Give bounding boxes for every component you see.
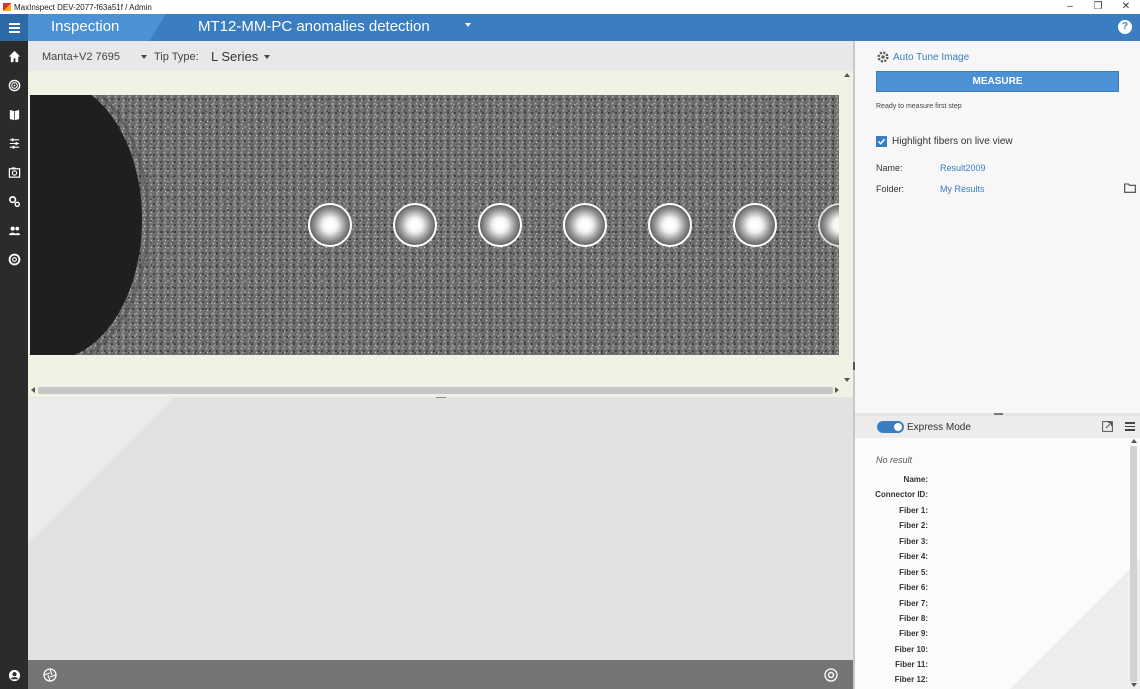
user-icon bbox=[8, 669, 20, 681]
highlight-fibers-label: Highlight fibers on live view bbox=[892, 136, 1013, 147]
checkmark-icon bbox=[877, 138, 886, 145]
settings-icon bbox=[8, 195, 20, 207]
express-mode-toggle[interactable] bbox=[877, 421, 904, 433]
measure-button[interactable]: MEASURE bbox=[876, 71, 1119, 92]
sidebar-item-library[interactable] bbox=[0, 104, 28, 124]
result-field-fiber-3: Fiber 3: bbox=[899, 537, 928, 546]
highlight-fibers-checkbox[interactable] bbox=[876, 136, 887, 147]
lifebuoy-icon bbox=[8, 253, 20, 265]
app-window: MaxInspect DEV-2077-f63a51f / Admin – ❐ … bbox=[0, 0, 1140, 689]
result-folder-label: Folder: bbox=[876, 184, 905, 194]
camera-settings-icon[interactable] bbox=[824, 668, 838, 682]
auto-tune-link[interactable]: Auto Tune Image bbox=[877, 51, 969, 63]
popout-icon[interactable] bbox=[1102, 421, 1113, 432]
result-folder-value[interactable]: My Results bbox=[940, 184, 985, 194]
measure-status-text: Ready to measure first step bbox=[876, 103, 962, 110]
results-list: No result Name: Connector ID: Fiber 1: F… bbox=[855, 438, 1140, 689]
result-field-fiber-2: Fiber 2: bbox=[899, 521, 928, 530]
sidebar-item-inspection[interactable] bbox=[0, 75, 28, 95]
result-field-fiber-5: Fiber 5: bbox=[899, 568, 928, 577]
sidebar bbox=[0, 41, 28, 689]
highlight-fibers-option[interactable]: Highlight fibers on live view bbox=[876, 136, 1013, 147]
sidebar-item-support[interactable] bbox=[0, 249, 28, 269]
device-dropdown-caret-icon[interactable] bbox=[141, 55, 147, 59]
results-canvas-area bbox=[28, 398, 853, 660]
program-dropdown-caret-icon[interactable] bbox=[465, 23, 471, 27]
tip-type-label: Tip Type: bbox=[154, 51, 199, 63]
result-field-fiber-9: Fiber 9: bbox=[899, 629, 928, 638]
measurement-panel: Auto Tune Image MEASURE Ready to measure… bbox=[855, 41, 1140, 413]
inspection-toolbar: Manta+V2 7695 Tip Type: L Series bbox=[28, 41, 853, 71]
tip-type-selector[interactable]: L Series bbox=[211, 49, 258, 64]
aperture-icon[interactable] bbox=[43, 668, 57, 682]
result-field-connector-id: Connector ID: bbox=[875, 490, 928, 499]
window-controls: – ❐ ✕ bbox=[1056, 0, 1140, 14]
sidebar-item-images[interactable] bbox=[0, 162, 28, 182]
connector-endface-image bbox=[30, 95, 839, 355]
result-field-fiber-4: Fiber 4: bbox=[899, 552, 928, 561]
sidebar-item-tuning[interactable] bbox=[0, 133, 28, 153]
result-field-fiber-1: Fiber 1: bbox=[899, 506, 928, 515]
right-panel-splitter-grip[interactable] bbox=[994, 413, 1003, 415]
help-button[interactable]: ? bbox=[1118, 20, 1132, 34]
sidebar-item-home[interactable] bbox=[0, 46, 28, 66]
gear-icon bbox=[877, 51, 889, 63]
result-field-fiber-11: Fiber 11: bbox=[895, 660, 928, 669]
live-view-panel bbox=[28, 71, 853, 399]
window-title-bar: MaxInspect DEV-2077-f63a51f / Admin – ❐ … bbox=[0, 0, 1140, 14]
app-header: Inspection MT12-MM-PC anomalies detectio… bbox=[0, 14, 1140, 41]
express-mode-label: Express Mode bbox=[907, 422, 971, 433]
express-mode-bar: Express Mode bbox=[855, 416, 1140, 438]
result-field-fiber-6: Fiber 6: bbox=[899, 583, 928, 592]
live-camera-image[interactable] bbox=[30, 95, 839, 355]
app-logo-icon bbox=[3, 3, 11, 11]
device-selector[interactable]: Manta+V2 7695 bbox=[42, 51, 120, 63]
users-icon bbox=[8, 226, 20, 235]
no-result-text: No result bbox=[876, 455, 913, 465]
window-title: MaxInspect DEV-2077-f63a51f / Admin bbox=[14, 2, 152, 12]
tip-type-dropdown-caret-icon[interactable] bbox=[264, 55, 270, 59]
sidebar-item-account[interactable] bbox=[0, 665, 28, 685]
result-name-value[interactable]: Result2009 bbox=[940, 163, 986, 173]
module-tab-inspection[interactable]: Inspection bbox=[28, 14, 166, 41]
menu-icon[interactable] bbox=[1125, 422, 1135, 431]
live-view-horizontal-scrollbar[interactable] bbox=[30, 386, 841, 395]
auto-tune-label: Auto Tune Image bbox=[893, 51, 970, 63]
book-icon bbox=[9, 109, 19, 120]
results-vertical-scrollbar[interactable] bbox=[1129, 438, 1138, 689]
result-field-fiber-7: Fiber 7: bbox=[899, 599, 928, 608]
restore-button[interactable]: ❐ bbox=[1084, 0, 1112, 14]
result-field-name: Name: bbox=[903, 475, 928, 484]
hamburger-menu-button[interactable] bbox=[0, 14, 28, 41]
home-icon bbox=[8, 50, 20, 62]
bottom-bar bbox=[28, 660, 853, 689]
folder-icon[interactable] bbox=[1124, 183, 1136, 193]
program-title[interactable]: MT12-MM-PC anomalies detection bbox=[198, 18, 430, 35]
module-title: Inspection bbox=[51, 18, 120, 35]
result-name-label: Name: bbox=[876, 163, 903, 173]
camera-icon bbox=[8, 166, 20, 178]
target-icon bbox=[8, 79, 20, 91]
live-view-vertical-scrollbar[interactable] bbox=[842, 71, 851, 387]
result-field-fiber-8: Fiber 8: bbox=[899, 614, 928, 623]
close-button[interactable]: ✕ bbox=[1112, 0, 1140, 14]
minimize-button[interactable]: – bbox=[1056, 0, 1084, 14]
sliders-icon bbox=[9, 137, 19, 149]
sidebar-item-settings[interactable] bbox=[0, 191, 28, 211]
result-field-fiber-10: Fiber 10: bbox=[894, 645, 928, 654]
result-field-fiber-12: Fiber 12: bbox=[894, 675, 928, 684]
sidebar-item-users[interactable] bbox=[0, 220, 28, 240]
